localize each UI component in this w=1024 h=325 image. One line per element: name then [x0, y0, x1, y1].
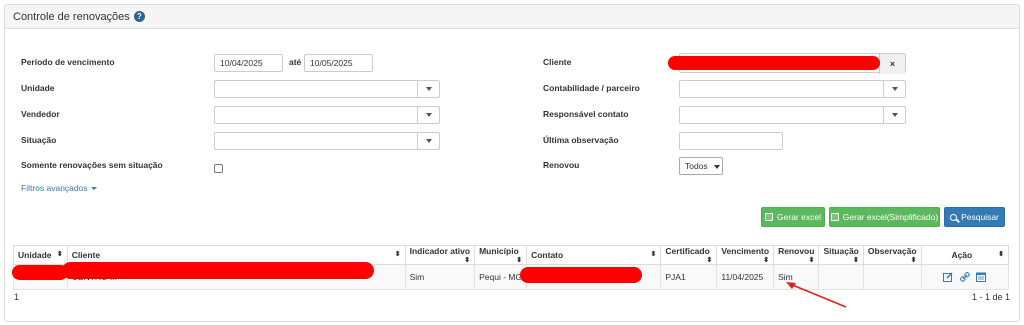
sort-icon: ⬍ [998, 251, 1004, 258]
help-icon[interactable]: ? [133, 11, 145, 22]
page-title: Controle de renovações [13, 10, 130, 23]
cell-observacao [862, 264, 922, 290]
col-municipio[interactable]: Município ⬍ [474, 245, 528, 265]
chevron-down-icon [883, 81, 905, 97]
col-vencimento[interactable]: Vencimento ⬍ [716, 245, 775, 265]
sort-icon: ⬍ [394, 251, 401, 258]
renovou-select[interactable]: Todos [679, 157, 723, 175]
redaction-cliente-cell [62, 262, 374, 279]
ate-label: até [289, 57, 302, 67]
filtros-avancados-label: Filtros avançados [21, 183, 88, 193]
col-renovou[interactable]: Renovou ⬍ [773, 245, 820, 265]
excel-icon [830, 213, 839, 221]
sort-icon: ⬍ [464, 257, 471, 264]
sort-icon: ⬍ [650, 251, 657, 258]
chevron-down-icon [417, 107, 439, 123]
chevron-down-icon [417, 81, 439, 97]
cell-municipio: Pequi - MG [474, 264, 528, 290]
redaction-cliente [668, 56, 880, 70]
pager-range: 1 - 1 de 1 [971, 292, 1010, 302]
cliente-label: Cliente [543, 57, 572, 67]
filtros-avancados-link[interactable]: Filtros avançados [21, 183, 97, 193]
situacao-select[interactable] [214, 132, 440, 150]
link-icon[interactable] [959, 272, 970, 283]
col-indicador[interactable]: Indicador ativo ⬍ [404, 245, 476, 265]
annotation-arrow-icon [786, 282, 847, 308]
col-certificado[interactable]: Certificado ⬍ [660, 245, 718, 265]
col-contato[interactable]: Contato ⬍ [526, 245, 662, 265]
sort-icon: ⬍ [56, 251, 63, 258]
contabilidade-select[interactable] [679, 80, 906, 98]
chevron-down-icon [417, 133, 439, 149]
caret-down-icon [90, 186, 97, 190]
renovou-value: Todos [685, 161, 708, 171]
sort-icon: ⬍ [808, 257, 815, 264]
sort-icon: ⬍ [516, 257, 523, 264]
col-situacao[interactable]: Situação ⬍ [818, 245, 864, 265]
chevron-down-icon [883, 107, 905, 123]
contabilidade-label: Contabilidade / parceiro [543, 83, 640, 93]
gerar-excel-simplificado-button[interactable]: Gerar excel(Simplificado) [829, 207, 940, 227]
col-observacao[interactable]: Observação ⬍ [862, 245, 922, 265]
redaction-unidade [12, 265, 68, 280]
vendedor-select[interactable] [214, 106, 440, 124]
unidade-select[interactable] [214, 80, 440, 98]
responsavel-select[interactable] [679, 106, 906, 124]
gerar-excel-button[interactable]: Gerar excel [761, 207, 825, 227]
gerar-excel-simpl-label: Gerar excel(Simplificado) [842, 212, 939, 222]
responsavel-label: Responsável contato [543, 109, 629, 119]
ultima-obs-input[interactable] [679, 132, 783, 150]
periodo-label: Período de vencimento [21, 57, 115, 67]
somente-checkbox[interactable] [214, 164, 223, 173]
pesquisar-button[interactable]: Pesquisar [944, 207, 1005, 227]
col-acao[interactable]: Ação ⬍ [920, 245, 1010, 265]
ultima-obs-label: Última observação [543, 135, 619, 145]
somente-label: Somente renovações sem situação [21, 160, 163, 170]
sort-icon: ⬍ [853, 257, 859, 264]
periodo-ate-input[interactable]: 10/05/2025 [304, 54, 373, 72]
cell-vencimento: 11/04/2025 [716, 264, 775, 290]
excel-icon [765, 213, 774, 221]
renovou-label: Renovou [543, 160, 580, 170]
sort-icon: ⬍ [706, 257, 713, 264]
edit-icon[interactable] [943, 272, 953, 283]
gerar-excel-label: Gerar excel [777, 212, 821, 222]
sort-icon: ⬍ [910, 257, 917, 264]
pesquisar-label: Pesquisar [961, 212, 999, 222]
chevron-down-icon [713, 164, 720, 169]
cell-acao [920, 264, 1010, 290]
situacao-label: Situação [21, 135, 57, 145]
vendedor-label: Vendedor [21, 109, 60, 119]
sort-icon: ⬍ [763, 257, 770, 264]
calendar-icon[interactable] [976, 272, 987, 283]
periodo-de-input[interactable]: 10/04/2025 [214, 54, 283, 72]
redaction-contato [520, 267, 642, 283]
cell-indicador: Sim [404, 264, 476, 290]
panel-heading: Controle de renovações ? [5, 5, 1019, 29]
pager-page: 1 [14, 292, 20, 302]
col-unidade[interactable]: Unidade ⬍ [13, 245, 68, 265]
unidade-label: Unidade [21, 83, 55, 93]
search-icon [950, 213, 958, 221]
cell-certificado: PJA1 [660, 264, 718, 290]
clear-icon[interactable]: × [879, 54, 905, 74]
